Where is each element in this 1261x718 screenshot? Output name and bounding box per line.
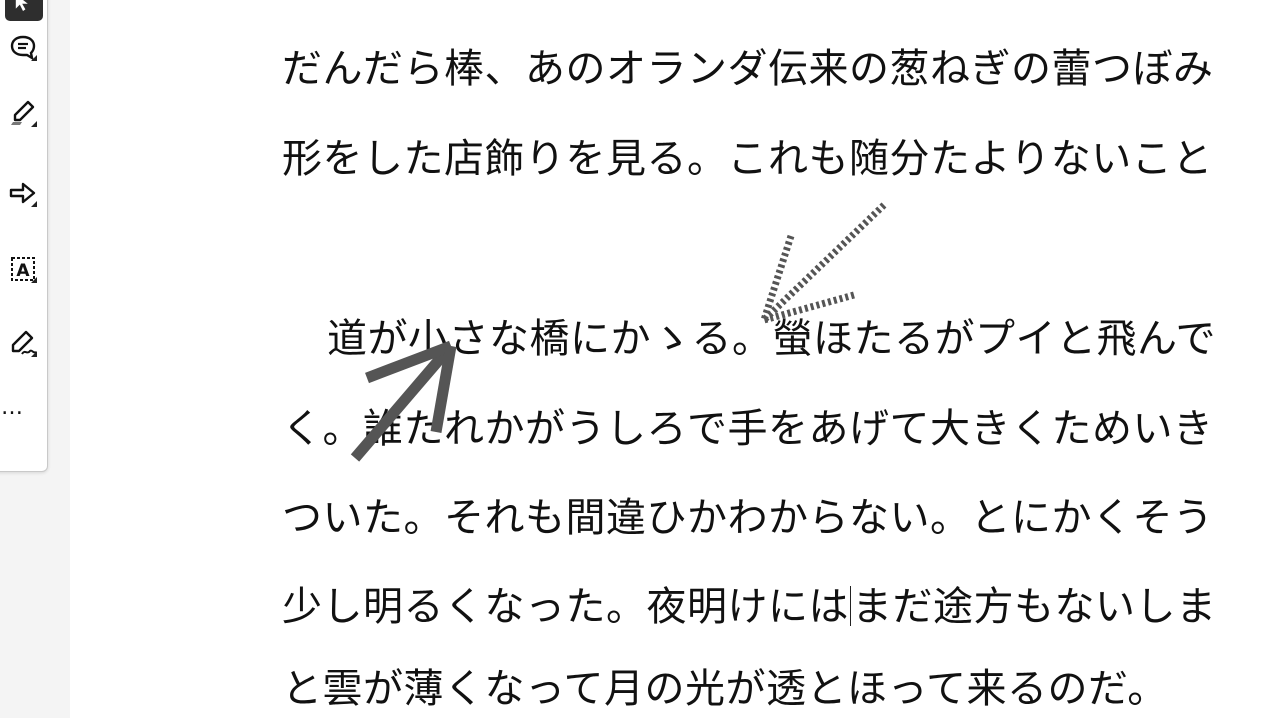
text-line-4: く。誰たれかがうしろで手をあげて大きくためいき (282, 406, 1214, 452)
svg-text:A: A (16, 261, 30, 281)
arrow-tool[interactable] (1, 169, 45, 217)
text-box-tool[interactable]: A (1, 245, 45, 293)
signature-tool[interactable] (1, 319, 45, 367)
text-line-6: 少し明るくなった。夜明けにはまだ途方もないしま (282, 583, 1217, 631)
text-cursor (850, 586, 851, 626)
text-line-1: だんだら棒、あのオランダ伝来の葱ねぎの蕾つぼみ (282, 46, 1214, 92)
text-segment-before-cursor: 少し明るくなった。夜明けには (282, 584, 849, 630)
select-tool[interactable] (1, 0, 45, 22)
select-icon (15, 0, 28, 11)
text-segment-after-cursor: まだ途方もないしま (852, 584, 1217, 630)
more-tools-button[interactable]: … (1, 393, 41, 423)
text-line-5: ついた。それも間違ひかわからない。とにかくそう (282, 495, 1214, 541)
annotation-toolbar: A … (0, 0, 48, 472)
comment-tool[interactable] (1, 23, 45, 71)
text-line-2: 形をした店飾りを見る。これも随分たよりないこと (282, 136, 1213, 182)
text-line-7: と雲が薄くなって月の光が透とほって来るのだ。 (282, 666, 1168, 712)
highlight-tool[interactable] (1, 89, 45, 137)
document-page: だんだら棒、あのオランダ伝来の葱ねぎの蕾つぼみ 形をした店飾りを見る。これも随分… (70, 0, 1261, 718)
text-line-3: 道が小さな橋にかゝる。螢ほたるがプイと飛んで (327, 316, 1216, 362)
